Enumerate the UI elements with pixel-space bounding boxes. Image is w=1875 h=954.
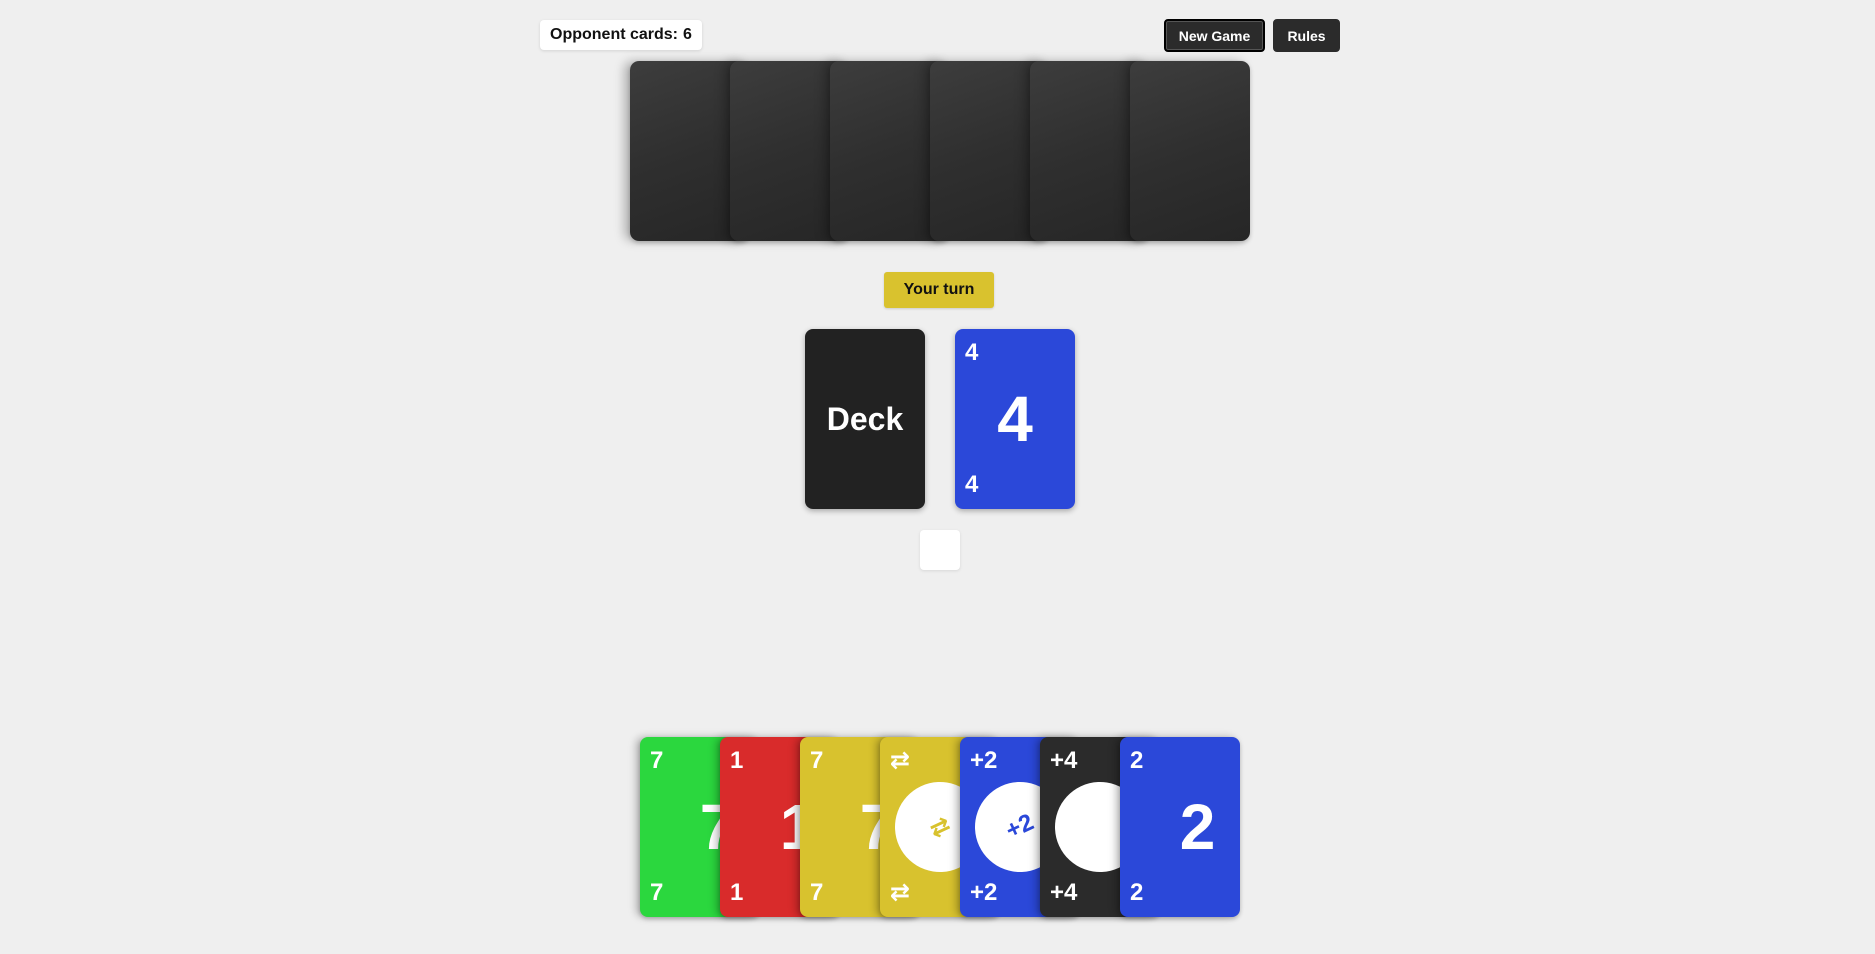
card-corner-bottom: 1 [730,879,744,906]
opponent-count-value: 6 [683,26,692,43]
card-corner-top: +2 [970,747,998,774]
turn-indicator: Your turn [884,272,994,308]
card-corner-top: ⇄ [890,747,911,774]
draw-deck[interactable]: Deck [805,329,925,509]
opponent-card-back [1130,61,1250,241]
card-corner-top: +4 [1050,747,1078,774]
card-corner-bottom: 7 [650,879,664,906]
game-board: Opponent cards: 6 New Game Rules Your tu… [0,0,1875,954]
player-hand: 7 7 7 1 1 1 7 7 7 ⇄ ⇄ ⇄ +2 +2 +2 +4 +4 2 2 2 [640,737,1240,917]
card-corner-bottom: 4 [965,471,979,498]
hand-card[interactable]: 222 [1120,737,1240,917]
opponent-count-label: Opponent cards: [550,26,679,43]
rules-button[interactable]: Rules [1273,19,1340,52]
color-picker-slot[interactable] [920,530,960,570]
card-corner-bottom: 7 [810,879,824,906]
opponent-hand [630,61,1250,241]
new-game-button[interactable]: New Game [1164,19,1265,52]
card-corner-bottom: 2 [1130,879,1144,906]
card-corner-bottom: +2 [970,879,998,906]
card-corner-bottom: +4 [1050,879,1078,906]
card-corner-bottom: ⇄ [890,879,911,906]
discard-pile-card: 4 4 4 [955,329,1075,509]
opponent-card-count: Opponent cards: 6 [540,20,702,50]
